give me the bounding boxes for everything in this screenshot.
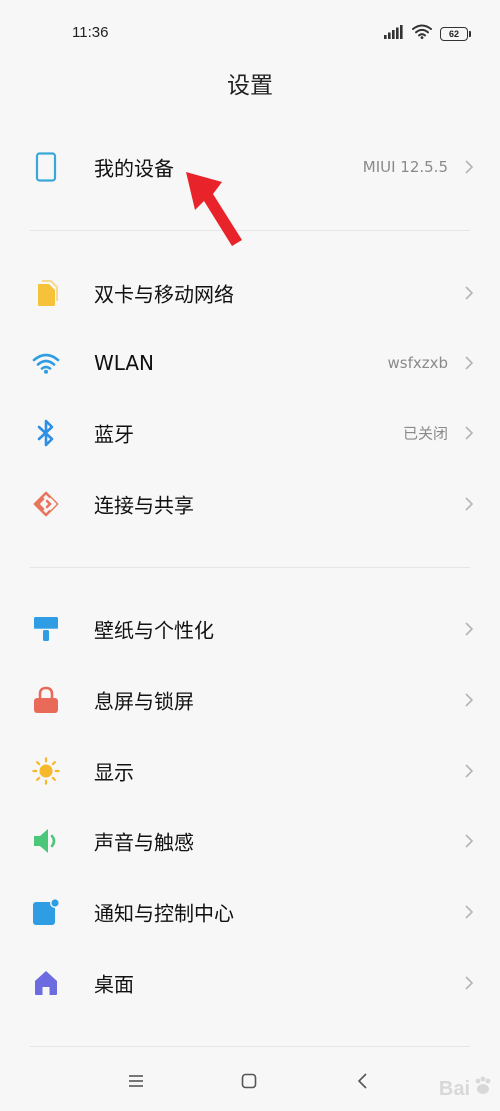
settings-item-connection-share[interactable]: 连接与共享 <box>0 469 500 539</box>
settings-item-bluetooth[interactable]: 蓝牙 已关闭 <box>0 398 500 468</box>
connection-share-icon <box>32 490 60 518</box>
settings-item-label: 连接与共享 <box>94 493 194 518</box>
chevron-right-icon <box>462 762 476 780</box>
section-divider <box>30 1046 470 1047</box>
settings-item-value: MIUI 12.5.5 <box>362 158 448 176</box>
phone-icon <box>32 152 60 182</box>
settings-item-lock-screen[interactable]: 息屏与锁屏 <box>0 665 500 735</box>
settings-item-my-device[interactable]: 我的设备 MIUI 12.5.5 <box>0 132 500 202</box>
wifi-icon <box>32 349 60 377</box>
chevron-right-icon <box>462 903 476 921</box>
status-icons: 62 <box>384 24 471 43</box>
notification-icon <box>32 898 60 926</box>
settings-item-label: 双卡与移动网络 <box>94 282 234 307</box>
page-title: 设置 <box>227 73 273 99</box>
wallpaper-brush-icon <box>32 615 60 643</box>
battery-icon: 62 <box>440 26 471 41</box>
settings-item-wlan[interactable]: WLAN wsfxzxb <box>0 328 500 398</box>
lock-icon <box>32 686 60 714</box>
watermark: Bai <box>439 1075 494 1103</box>
chevron-right-icon <box>462 832 476 850</box>
settings-item-sim-network[interactable]: 双卡与移动网络 <box>0 258 500 328</box>
speaker-icon <box>32 827 60 855</box>
settings-item-label: 声音与触感 <box>94 830 194 855</box>
settings-item-label: 壁纸与个性化 <box>94 618 214 643</box>
section-divider <box>30 567 470 568</box>
chevron-right-icon <box>462 354 476 372</box>
red-arrow-annotation <box>180 168 250 250</box>
settings-item-label: WLAN <box>94 351 155 375</box>
settings-item-desktop[interactable]: 桌面 <box>0 948 500 1018</box>
system-nav-bar <box>0 1050 500 1111</box>
chevron-right-icon <box>462 495 476 513</box>
chevron-right-icon <box>462 158 476 176</box>
paw-logo-icon <box>472 1075 494 1103</box>
settings-item-label: 息屏与锁屏 <box>94 689 194 714</box>
chevron-right-icon <box>462 691 476 709</box>
settings-item-label: 桌面 <box>94 972 134 997</box>
settings-item-label: 显示 <box>94 760 134 785</box>
settings-item-label: 蓝牙 <box>94 422 134 447</box>
settings-item-sound[interactable]: 声音与触感 <box>0 806 500 876</box>
settings-item-value: 已关闭 <box>402 424 448 443</box>
settings-item-value: wsfxzxb <box>387 354 448 372</box>
status-time: 11:36 <box>72 24 109 41</box>
chevron-right-icon <box>462 620 476 638</box>
back-icon[interactable] <box>350 1068 376 1094</box>
sun-icon <box>32 757 60 785</box>
chevron-right-icon <box>462 284 476 302</box>
watermark-text: Bai <box>438 1077 470 1100</box>
chevron-right-icon <box>462 424 476 442</box>
signal-icon <box>384 24 404 43</box>
sim-card-icon <box>32 279 60 307</box>
section-divider <box>30 230 470 231</box>
home-button-icon[interactable] <box>236 1068 262 1094</box>
settings-item-label: 我的设备 <box>94 156 174 181</box>
wifi-status-icon <box>412 24 432 43</box>
home-icon <box>32 969 60 997</box>
settings-item-label: 通知与控制中心 <box>94 901 234 926</box>
settings-item-wallpaper[interactable]: 壁纸与个性化 <box>0 594 500 664</box>
status-bar: 11:36 62 <box>0 0 500 64</box>
bluetooth-icon <box>32 419 60 447</box>
menu-icon[interactable] <box>123 1068 149 1094</box>
settings-item-display[interactable]: 显示 <box>0 736 500 806</box>
chevron-right-icon <box>462 974 476 992</box>
settings-item-notification[interactable]: 通知与控制中心 <box>0 877 500 947</box>
